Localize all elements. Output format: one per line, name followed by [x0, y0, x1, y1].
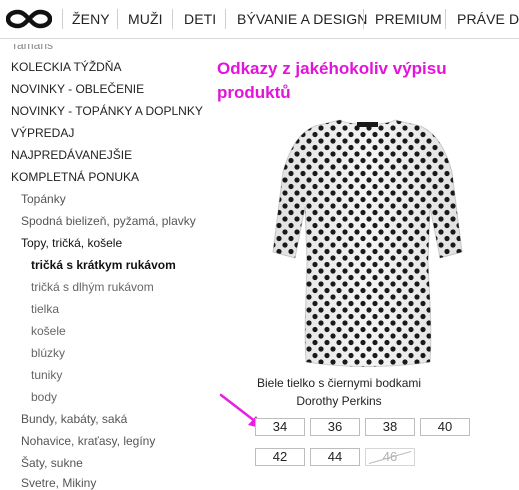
sidebar-item-tamaris[interactable]: Tamaris: [11, 44, 53, 52]
nav-premium[interactable]: PREMIUM: [375, 0, 442, 38]
sidebar-item-full-offer[interactable]: KOMPLETNÁ PONUKA: [11, 170, 139, 184]
nav-kids[interactable]: DETI: [184, 0, 216, 38]
sidebar-item-dresses[interactable]: Šaty, sukne: [21, 456, 83, 470]
size-button-38[interactable]: 38: [365, 418, 415, 436]
size-button-34[interactable]: 34: [255, 418, 305, 436]
size-button-42[interactable]: 42: [255, 448, 305, 466]
nav-men[interactable]: MUŽI: [128, 0, 163, 38]
product-title[interactable]: Biele tielko s čiernymi bodkami Dorothy …: [248, 374, 430, 410]
sidebar-item-blouses[interactable]: blúzky: [31, 346, 65, 360]
nav-home-design[interactable]: BÝVANIE A DESIGN: [237, 0, 368, 38]
size-button-46-unavailable: 46: [365, 448, 415, 466]
logo-icon[interactable]: [6, 9, 52, 29]
nav-just-now[interactable]: PRÁVE DO: [457, 0, 519, 38]
nav-divider: [445, 9, 446, 29]
nav-divider: [225, 9, 226, 29]
size-button-36[interactable]: 36: [310, 418, 360, 436]
nav-divider: [62, 9, 63, 29]
sidebar-item-sweaters[interactable]: Svetre, Mikiny: [21, 476, 96, 490]
sidebar-item-bestsellers[interactable]: NAJPREDÁVANEJŠIE: [11, 148, 132, 162]
product-image[interactable]: [270, 112, 465, 370]
sidebar-item-tunics[interactable]: tuniky: [31, 368, 62, 382]
size-button-40[interactable]: 40: [420, 418, 470, 436]
nav-divider: [172, 9, 173, 29]
nav-divider: [363, 9, 364, 29]
sidebar-item-collection-week[interactable]: KOLECKIA TÝŽDŇA: [11, 60, 121, 74]
sidebar-item-short-sleeve[interactable]: tričká s krátkym rukávom: [31, 258, 176, 272]
top-navigation: ŽENY MUŽI DETI BÝVANIE A DESIGN PREMIUM …: [0, 0, 519, 39]
sidebar-item-bodies[interactable]: body: [31, 390, 57, 404]
sidebar-item-long-sleeve[interactable]: tričká s dlhým rukávom: [31, 280, 154, 294]
sidebar-item-underwear[interactable]: Spodná bielizeň, pyžamá, plavky: [21, 214, 196, 228]
sidebar-item-trousers[interactable]: Nohavice, kraťasy, legíny: [21, 434, 155, 448]
sidebar-item-tanks[interactable]: tielka: [31, 302, 59, 316]
sidebar-item-jackets[interactable]: Bundy, kabáty, saká: [21, 412, 127, 426]
sidebar-item-shoes[interactable]: Topánky: [21, 192, 66, 206]
nav-women[interactable]: ŽENY: [72, 0, 110, 38]
nav-divider: [117, 9, 118, 29]
size-button-44[interactable]: 44: [310, 448, 360, 466]
sidebar-item-new-clothing[interactable]: NOVINKY - OBLEČENIE: [11, 82, 144, 96]
sidebar-item-new-shoes[interactable]: NOVINKY - TOPÁNKY A DOPLNKY: [11, 104, 203, 118]
sidebar-item-tops[interactable]: Topy, tričká, košele: [21, 236, 122, 250]
sidebar-item-sale[interactable]: VÝPREDAJ: [11, 126, 74, 140]
annotation-text: Odkazy z jakéhokoliv výpisu produktů: [217, 59, 447, 102]
sidebar-item-shirts[interactable]: košele: [31, 324, 66, 338]
